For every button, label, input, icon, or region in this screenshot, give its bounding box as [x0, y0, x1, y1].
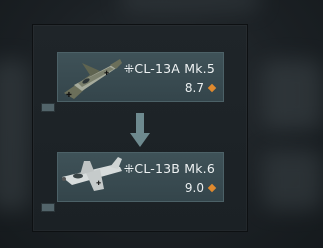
vehicle-card-cl13b-mk6[interactable]: ✚ ⁜CL-13B Mk.6 9.0	[57, 152, 224, 202]
battle-rating-value: 8.7	[184, 81, 204, 95]
vehicle-card-cl13a-mk5[interactable]: ✚ ✚ ⁜CL-13A Mk.5 8.7	[57, 52, 224, 102]
vehicle-name: ⁜CL-13A Mk.5	[123, 61, 215, 76]
battle-rating: 9.0	[184, 181, 217, 195]
rank-diamond-icon	[207, 83, 217, 93]
svg-text:✚: ✚	[104, 70, 109, 77]
jet-fighter-camo-icon: ✚ ✚	[64, 59, 122, 99]
background-blur-right-lower	[262, 150, 322, 210]
vehicle-card-tab	[41, 103, 55, 112]
background-blur-left	[0, 60, 30, 210]
jet-fighter-silver-icon: ✚	[62, 157, 122, 191]
background-blur-top	[120, 0, 260, 10]
down-arrow-icon	[130, 113, 150, 147]
battle-rating-value: 9.0	[184, 181, 204, 195]
battle-rating: 8.7	[184, 81, 217, 95]
svg-text:✚: ✚	[96, 180, 101, 187]
background-blur-right	[262, 60, 322, 130]
vehicle-card-tab	[41, 203, 55, 212]
vehicle-name: ⁜CL-13B Mk.6	[123, 161, 215, 176]
svg-text:✚: ✚	[66, 91, 72, 99]
rank-diamond-icon	[207, 183, 217, 193]
research-tree-panel: ✚ ✚ ⁜CL-13A Mk.5 8.7 ✚ ⁜CL-13B Mk.6 9.0	[32, 24, 248, 232]
